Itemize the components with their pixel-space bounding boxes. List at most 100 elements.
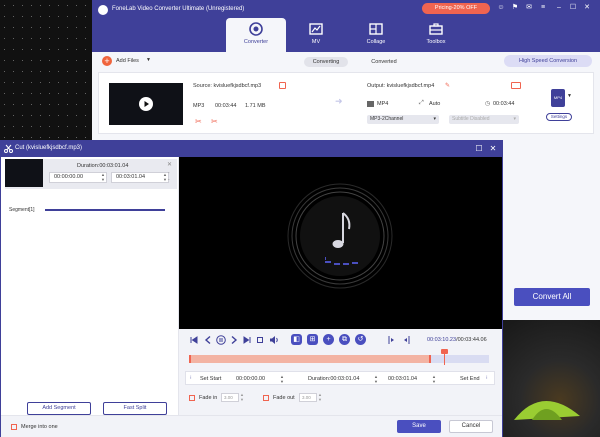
maximize-icon[interactable]: ☐ xyxy=(473,143,485,155)
add-files-button[interactable]: Add Files xyxy=(116,58,139,64)
play-icon[interactable] xyxy=(139,97,153,111)
chevron-down-icon[interactable]: ▼ xyxy=(146,57,151,63)
output-resolution: Auto xyxy=(429,101,441,107)
toolbar: + Add Files ▼ Converting Converted High … xyxy=(92,52,600,70)
segment-row[interactable]: Duration:00:03:01.04 00:00:00.00 ▲ ▼ 00:0… xyxy=(5,159,177,189)
minimize-icon[interactable]: – xyxy=(554,3,564,13)
start-time-field[interactable]: 00:00:00.00 xyxy=(236,376,265,382)
reorder-icon[interactable]: ⌃ ⌄ xyxy=(167,171,170,181)
trim-icon[interactable]: ✂ xyxy=(195,117,202,126)
fade-out-input[interactable]: 3.00 xyxy=(299,393,317,402)
current-time: 00:03:10.23 xyxy=(427,337,457,343)
edit-icon[interactable]: ✂ xyxy=(211,117,218,126)
close-icon[interactable]: ✕ xyxy=(487,143,499,155)
tab-label: MV xyxy=(311,39,321,45)
timecode: 00:03:10.23/00:03:44.06 xyxy=(427,337,487,343)
fade-out-checkbox[interactable] xyxy=(263,395,269,401)
add-icon[interactable]: + xyxy=(323,334,334,345)
chevron-down-icon[interactable]: ▼ xyxy=(567,93,572,99)
tab-toolbox[interactable]: Toolbox xyxy=(406,18,466,52)
tab-label: Collage xyxy=(366,39,386,45)
fade-in-stepper[interactable]: ▲ ▼ xyxy=(240,392,244,402)
split-icon[interactable]: ⊞ xyxy=(307,334,318,345)
desktop-tent-image xyxy=(514,400,580,420)
remove-segment-icon[interactable]: ✕ xyxy=(167,161,172,168)
set-end-icon[interactable]: ⁝ xyxy=(486,375,488,381)
fade-in-label: Fade in xyxy=(199,395,218,401)
stop-icon[interactable] xyxy=(255,335,265,345)
cancel-button[interactable]: Cancel xyxy=(449,420,493,433)
set-start-icon[interactable]: ⁝ xyxy=(190,375,192,381)
previous-frame-icon[interactable] xyxy=(203,335,213,345)
edit-output-icon[interactable]: ✎ xyxy=(445,82,450,89)
fade-out-label: Fade out xyxy=(273,395,295,401)
user-icon[interactable]: ☺ xyxy=(496,3,506,13)
skip-start-icon[interactable] xyxy=(189,335,199,345)
fade-in-input[interactable]: 3.00 xyxy=(221,393,239,402)
output-settings-icon[interactable] xyxy=(511,82,521,89)
close-icon[interactable]: ✕ xyxy=(582,3,592,13)
output-format-badge[interactable]: MP4 xyxy=(551,89,565,107)
audio-track-select[interactable]: MP3-2Channel ▾ xyxy=(367,115,439,124)
segment-copy-icon[interactable]: ◧ xyxy=(291,334,302,345)
desktop-stars xyxy=(0,0,92,140)
convert-all-button[interactable]: Convert All xyxy=(514,288,590,306)
time-row: ⁝ Set Start 00:00:00.00 ▲ ▼ Duration:00:0… xyxy=(185,371,495,385)
segment-duration: Duration:00:03:01.04 xyxy=(77,163,129,169)
audio-track-value: MP3-2Channel xyxy=(370,116,404,122)
preview-player[interactable] xyxy=(179,157,502,329)
volume-icon[interactable] xyxy=(269,335,279,345)
output-duration: 00:03:44 xyxy=(493,101,515,107)
settings-button[interactable]: Settings xyxy=(546,113,572,121)
source-duration: 00:03:44 xyxy=(215,103,237,109)
start-field-stepper[interactable]: ▲ ▼ xyxy=(280,374,284,384)
subtitle-select[interactable]: Subtitle Disabled ▾ xyxy=(449,115,519,124)
jump-start-icon[interactable] xyxy=(387,335,397,345)
title-bar: FoneLab Video Converter Ultimate (Unregi… xyxy=(92,0,600,52)
tab-mv[interactable]: MV xyxy=(286,18,346,52)
cut-title: Cut (kvisluefkjsdbcf.mp3) xyxy=(15,145,83,151)
set-start-button[interactable]: Set Start xyxy=(200,376,221,382)
chat-icon[interactable]: ✉ xyxy=(524,3,534,13)
cut-controls: ◧ ⊞ + ⧉ ↺ 00:03:10.23/00:03:44.06 ⁝ Set … xyxy=(179,329,502,415)
toolbox-icon xyxy=(429,23,443,35)
rename-icon[interactable] xyxy=(279,82,286,89)
high-speed-conversion-button[interactable]: High Speed Conversion xyxy=(504,55,592,67)
plus-icon[interactable]: + xyxy=(102,56,112,66)
duplicate-icon[interactable]: ⧉ xyxy=(339,334,350,345)
add-segment-button[interactable]: Add Segment xyxy=(27,402,91,415)
tab-converter[interactable]: Converter xyxy=(226,18,286,52)
cart-icon[interactable]: ⚑ xyxy=(510,3,520,13)
pricing-promo-button[interactable]: Pricing-20% OFF xyxy=(422,3,490,14)
chevron-down-icon: ▾ xyxy=(433,116,436,122)
reset-icon[interactable]: ↺ xyxy=(355,334,366,345)
fast-split-button[interactable]: Fast Split xyxy=(103,402,167,415)
menu-icon[interactable]: ≡ xyxy=(538,3,548,13)
converting-tab[interactable]: Converting xyxy=(304,57,348,67)
format-icon xyxy=(367,101,374,107)
chevron-down-icon: ▾ xyxy=(513,116,516,122)
next-frame-icon[interactable] xyxy=(229,335,239,345)
fade-out-stepper[interactable]: ▲ ▼ xyxy=(318,392,322,402)
source-format: MP3 xyxy=(193,103,205,109)
end-time-field[interactable]: 00:03:01.04 xyxy=(388,376,417,382)
jump-end-icon[interactable] xyxy=(401,335,411,345)
maximize-icon[interactable]: ☐ xyxy=(568,3,578,13)
segment-progress-bar xyxy=(45,209,165,211)
end-field-stepper[interactable]: ▲ ▼ xyxy=(432,374,436,384)
source-filename: Source: kvisluefkjsdbcf.mp3 xyxy=(193,83,262,89)
skip-end-icon[interactable] xyxy=(242,335,252,345)
save-button[interactable]: Save xyxy=(397,420,441,433)
source-size: 1.71 MB xyxy=(245,103,266,109)
fade-in-checkbox[interactable] xyxy=(189,395,195,401)
merge-checkbox[interactable] xyxy=(11,424,17,430)
converted-tab[interactable]: Converted xyxy=(362,57,406,67)
tab-collage[interactable]: Collage xyxy=(346,18,406,52)
start-stepper[interactable]: ▲ ▼ xyxy=(99,172,107,183)
duration-stepper[interactable]: ▲ ▼ xyxy=(374,374,378,384)
playhead-handle[interactable] xyxy=(440,349,448,354)
pause-icon[interactable] xyxy=(216,335,226,345)
selected-range[interactable] xyxy=(189,355,432,363)
set-end-button[interactable]: Set End xyxy=(460,376,480,382)
video-thumbnail[interactable] xyxy=(109,83,183,125)
